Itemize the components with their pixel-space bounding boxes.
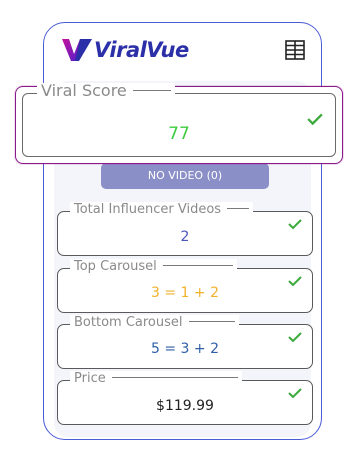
field-price: Price $119.99: [57, 371, 313, 425]
brand-name: ViralVue: [94, 38, 189, 62]
viral-score-card: Viral Score 77: [15, 83, 343, 164]
viral-score-label: Viral Score: [37, 83, 175, 99]
brand-logo[interactable]: ViralVue: [60, 36, 189, 64]
check-icon: [288, 219, 302, 230]
field-label: Price: [70, 371, 242, 387]
field-label: Total Influencer Videos: [70, 202, 254, 218]
field-label: Bottom Carousel: [70, 315, 239, 331]
header: ViralVue: [44, 23, 321, 75]
menu-icon[interactable]: [285, 40, 305, 60]
field-value: 5 = 3 + 2: [151, 341, 219, 357]
field-total-influencer-videos: Total Influencer Videos 2: [57, 202, 313, 256]
no-video-button[interactable]: NO VIDEO (0): [101, 163, 269, 189]
check-icon: [307, 113, 323, 126]
check-icon: [288, 276, 302, 287]
field-value: $119.99: [156, 398, 214, 414]
field-value: 3 = 1 + 2: [151, 285, 219, 301]
viral-score-field: Viral Score 77: [22, 83, 336, 157]
viral-score-value: 77: [168, 124, 190, 144]
field-value: 2: [180, 229, 190, 245]
field-top-carousel: Top Carousel 3 = 1 + 2: [57, 259, 313, 313]
viralvue-logo-icon: [62, 39, 92, 61]
check-icon: [288, 332, 302, 343]
check-icon: [288, 388, 302, 399]
field-label: Top Carousel: [70, 259, 237, 275]
field-bottom-carousel: Bottom Carousel 5 = 3 + 2: [57, 315, 313, 369]
